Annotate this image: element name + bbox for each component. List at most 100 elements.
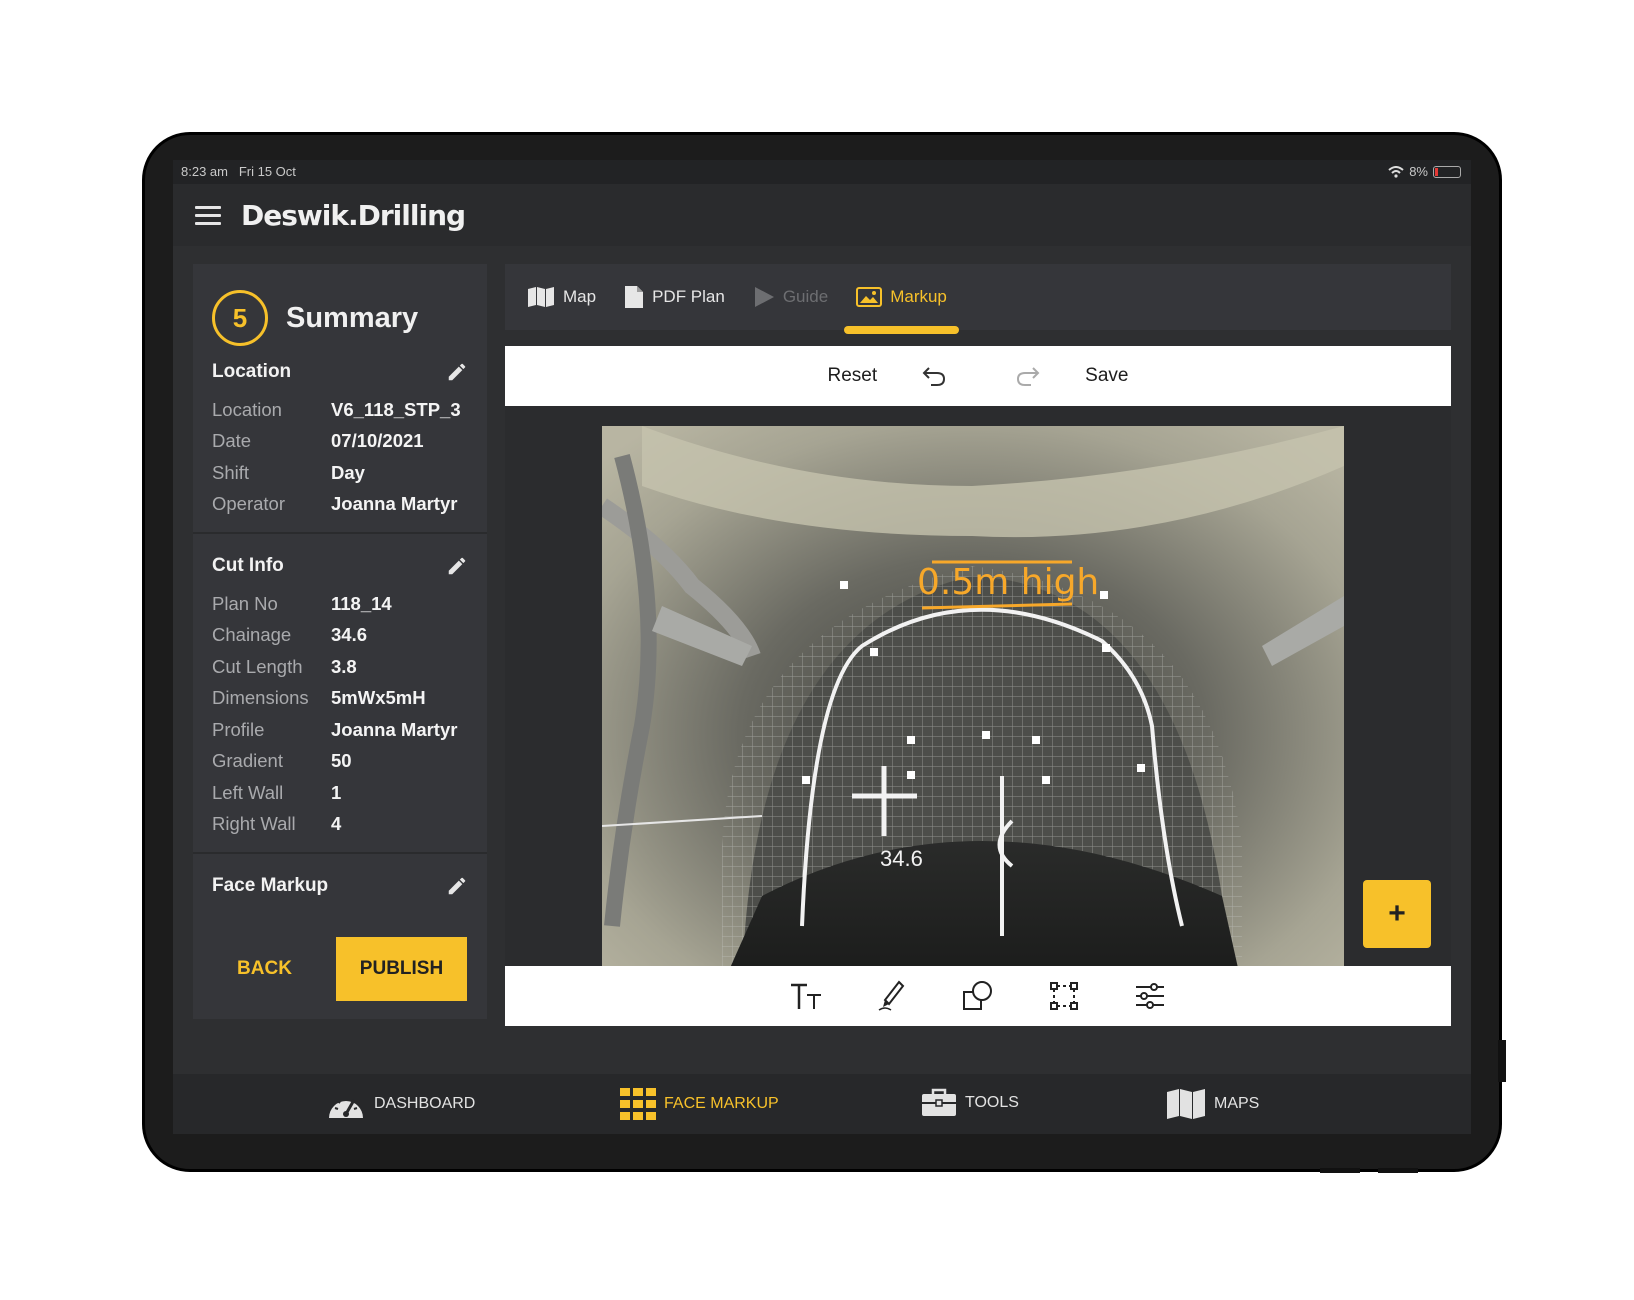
select-tool-button[interactable]	[1021, 981, 1107, 1011]
cut-length-row: Cut Length 3.8	[212, 651, 468, 683]
location-section-title: Location	[212, 361, 292, 382]
location-section: Location Location V6_118_STP_3 Date 07/10/…	[193, 354, 487, 520]
row-value: V6_118_STP_3	[331, 398, 461, 420]
row-key: Operator	[212, 493, 286, 515]
nav-label: MAPS	[1214, 1095, 1260, 1112]
side-button	[1498, 1040, 1506, 1082]
row-key: Cut Length	[212, 655, 303, 677]
tab-label: Markup	[890, 287, 947, 306]
plan-no-row: Plan No 118_14	[212, 588, 468, 620]
row-key: Left Wall	[212, 781, 284, 803]
tab-pdf-plan[interactable]: PDF Plan	[624, 264, 725, 330]
bottom-button	[1320, 1168, 1360, 1173]
row-key: Right Wall	[212, 813, 296, 835]
shift-row: Shift Day	[212, 457, 468, 489]
tab-label: Map	[563, 287, 597, 306]
battery-icon	[1433, 165, 1461, 178]
tab-map[interactable]: Map	[527, 264, 596, 330]
location-row: Location V6_118_STP_3	[212, 394, 468, 426]
row-value: Day	[331, 461, 365, 483]
cut-info-section-title: Cut Info	[212, 555, 284, 576]
pen-tool-button[interactable]	[849, 980, 935, 1012]
text-tool-button[interactable]	[763, 981, 849, 1011]
markup-annotation[interactable]: 0.5m high	[917, 562, 1099, 603]
publish-button[interactable]: PUBLISH	[336, 937, 467, 1001]
right-wall-row: Right Wall 4	[212, 809, 468, 841]
save-button[interactable]: Save	[1085, 365, 1128, 387]
row-value: 4	[331, 813, 342, 835]
nav-maps[interactable]: MAPS	[1166, 1088, 1259, 1120]
nav-label: FACE MARKUP	[664, 1095, 779, 1112]
summary-title: Summary	[286, 301, 419, 334]
row-value: Joanna Martyr	[331, 493, 458, 515]
tab-bar: Map PDF Plan Guide Markup	[505, 264, 1451, 334]
edit-cut-info-pencil-icon[interactable]	[446, 555, 468, 577]
edit-location-pencil-icon[interactable]	[446, 361, 468, 383]
tunnel-face-image: 34.6 0.5m high	[602, 426, 1344, 986]
select-tool-icon	[1050, 982, 1078, 1010]
shape-tool-button[interactable]	[935, 980, 1021, 1012]
app-bar: Deswik.Drilling	[173, 184, 1471, 246]
divider	[193, 532, 487, 534]
shape-tool-icon	[963, 981, 992, 1010]
divider	[193, 852, 487, 854]
chainage-marking: 34.6	[880, 846, 923, 871]
gradient-row: Gradient 50	[212, 746, 468, 778]
tab-label: Guide	[782, 287, 829, 306]
row-value: 1	[331, 781, 342, 803]
play-icon	[754, 287, 774, 307]
nav-dashboard[interactable]: DASHBOARD	[326, 1088, 475, 1120]
redo-button[interactable]	[1015, 364, 1041, 388]
adjust-tool-button[interactable]	[1107, 981, 1193, 1011]
map-icon	[528, 287, 554, 307]
nav-tools[interactable]: TOOLS	[921, 1088, 1019, 1118]
markup-editor: Reset Save 34.6 0.5m high +	[505, 346, 1451, 1026]
status-time: 8:23 am	[181, 164, 228, 179]
nav-label: DASHBOARD	[374, 1095, 476, 1112]
edit-face-markup-pencil-icon[interactable]	[446, 875, 468, 897]
markup-canvas[interactable]: 34.6 0.5m high +	[505, 406, 1451, 986]
row-key: Shift	[212, 461, 250, 483]
row-key: Date	[212, 430, 252, 452]
back-button[interactable]: BACK	[193, 958, 336, 980]
cut-info-section: Cut Info Plan No 118_14 Chainage 34.6 Cut …	[193, 548, 487, 840]
nav-face-markup[interactable]: FACE MARKUP	[620, 1088, 779, 1120]
pen-tool-icon	[878, 980, 905, 1011]
row-key: Dimensions	[212, 687, 309, 709]
undo-button[interactable]	[921, 364, 947, 388]
image-icon	[856, 287, 883, 307]
status-bar: 8:23 am Fri 15 Oct 8%	[173, 160, 1471, 184]
active-tab-indicator	[844, 326, 959, 334]
chainage-row: Chainage 34.6	[212, 620, 468, 652]
document-icon	[625, 286, 644, 308]
menu-icon[interactable]	[195, 201, 221, 230]
tab-label: PDF Plan	[652, 287, 725, 306]
row-value: Joanna Martyr	[331, 718, 458, 740]
row-value: 3.8	[331, 655, 357, 677]
redo-icon	[1017, 367, 1040, 386]
face-markup-section-title: Face Markup	[212, 875, 329, 896]
dimensions-row: Dimensions 5mWx5mH	[212, 683, 468, 715]
battery-percent: 8%	[1409, 164, 1428, 179]
app-title: Deswik.Drilling	[241, 198, 466, 232]
profile-row: Profile Joanna Martyr	[212, 714, 468, 746]
reset-button[interactable]: Reset	[828, 365, 878, 387]
row-key: Chainage	[212, 624, 292, 646]
row-key: Profile	[212, 718, 265, 740]
row-value: 50	[331, 750, 352, 772]
face-photo[interactable]: 34.6 0.5m high	[602, 426, 1344, 986]
toolbox-icon	[922, 1088, 956, 1116]
status-date: Fri 15 Oct	[238, 164, 296, 179]
bottom-navigation: DASHBOARD FACE MARKUP TOOLS MAPS	[173, 1074, 1471, 1134]
face-markup-section: Face Markup	[193, 868, 487, 904]
row-value: 118_14	[331, 592, 392, 614]
text-tool-icon	[791, 983, 821, 1009]
bottom-button	[1378, 1168, 1418, 1173]
map-icon	[1167, 1089, 1205, 1119]
wifi-icon	[1388, 165, 1404, 178]
nav-label: TOOLS	[965, 1094, 1019, 1111]
tab-markup[interactable]: Markup	[844, 264, 959, 334]
operator-row: Operator Joanna Martyr	[212, 489, 468, 521]
add-button[interactable]: +	[1363, 880, 1431, 948]
date-row: Date 07/10/2021	[212, 426, 468, 458]
